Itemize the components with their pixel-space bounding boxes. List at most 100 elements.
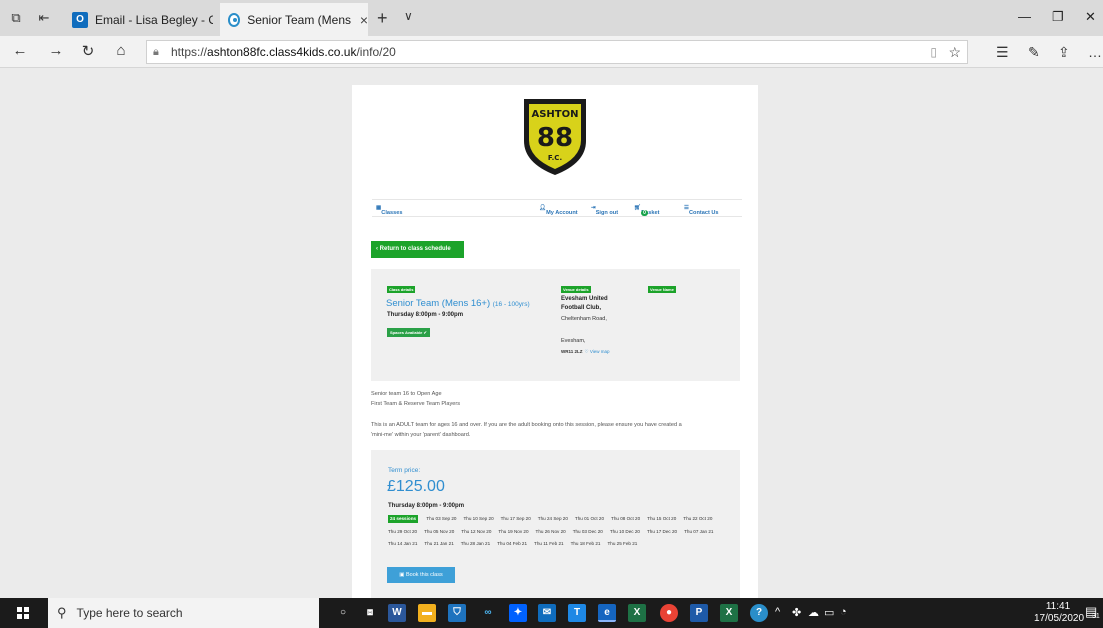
mail-icon[interactable]: ✉	[538, 604, 556, 622]
taskbar: ⚲ Type here to search ○ ⧈ W ▬ ⛉ ∞ ✦ ✉ T …	[0, 598, 1103, 628]
session-date: Thu 07 Jan 21	[684, 528, 714, 534]
tray-chevron-icon[interactable]: ^	[775, 606, 780, 618]
description-line-4: 'mini-me' within your 'parent' dashboard…	[371, 432, 471, 438]
spaces-available-badge: Spaces Available ✔	[387, 328, 430, 337]
term-price-label: Term price:	[388, 467, 421, 474]
basket-count-badge: 0	[641, 210, 648, 216]
term-price: £125.00	[387, 478, 445, 495]
session-date: Thu 25 Feb 21	[607, 541, 638, 546]
wifi-icon[interactable]: ◔	[840, 606, 847, 618]
description-line-2: First Team & Reserve Team Players	[371, 401, 461, 407]
restore-icon[interactable]: ❐	[1052, 9, 1064, 25]
session-date: Thu 01 Oct 20	[574, 516, 605, 521]
minimize-icon[interactable]: —	[1018, 9, 1031, 24]
tab-email[interactable]: O Email - Lisa Begley - Outloo	[64, 3, 218, 36]
tab-preview-icon[interactable]: ⧉	[8, 10, 24, 26]
nav-my-account[interactable]: 👤︎ My Account	[539, 205, 578, 216]
page-viewport: ASHTON 88 F.C. ▦ Classes 👤︎ My Account ⇥…	[0, 69, 1103, 598]
search-icon: ⚲	[57, 605, 67, 620]
dropbox-tray-icon[interactable]: ✤	[792, 606, 801, 619]
session-date: Thu 03 Dec 20	[572, 528, 603, 534]
return-to-schedule-button[interactable]: ‹ Return to class schedule	[371, 241, 464, 258]
session-date: Thu 19 Nov 20	[498, 528, 529, 534]
word-icon[interactable]: W	[388, 604, 406, 622]
nav-contact[interactable]: ☰ Contact Us	[684, 205, 719, 216]
excel-icon[interactable]: X	[628, 604, 646, 622]
club-logo: ASHTON 88 F.C.	[524, 99, 586, 175]
session-date: Thu 29 Oct 20	[388, 528, 418, 534]
session-date: Thu 05 Nov 20	[424, 528, 455, 534]
reading-view-icon[interactable]: ▯	[930, 45, 937, 59]
page-scrollbar[interactable]	[1093, 69, 1103, 598]
new-tab-button[interactable]: +	[377, 8, 388, 29]
description-line-1: Senior team 16 to Open Age	[371, 391, 442, 397]
set-aside-tabs-icon[interactable]: ⇤	[36, 10, 52, 26]
refresh-icon[interactable]: ↻	[78, 42, 98, 60]
session-date: Thu 03 Sep 20	[426, 516, 457, 521]
nav-classes[interactable]: ▦ Classes	[376, 205, 402, 216]
more-icon[interactable]: …	[1088, 44, 1102, 60]
session-date: Thu 24 Sep 20	[537, 516, 568, 521]
session-date: Thu 11 Feb 21	[534, 541, 564, 546]
teams-icon[interactable]: T	[568, 604, 586, 622]
store-icon[interactable]: ⛉	[448, 604, 466, 622]
excel-2-icon[interactable]: X	[720, 604, 738, 622]
close-window-icon[interactable]: ✕	[1085, 9, 1096, 25]
session-date: Thu 28 Jan 21	[460, 541, 491, 546]
notifications-icon[interactable]: ▤ 31	[1085, 604, 1100, 620]
file-explorer-icon[interactable]: ▬	[418, 604, 436, 622]
task-view-icon[interactable]: ⧈	[361, 604, 379, 622]
dropbox-icon[interactable]: ✦	[509, 604, 527, 622]
publisher-icon[interactable]: P	[690, 604, 708, 622]
search-placeholder: Type here to search	[76, 606, 183, 620]
forward-arrow-icon[interactable]: →	[46, 42, 66, 59]
battery-icon[interactable]: ▭	[824, 606, 834, 619]
class-details-panel: Class details Senior Team (Mens 16+) (16…	[371, 269, 740, 381]
taskbar-clock[interactable]: 11:41 17/05/2020	[1034, 601, 1084, 625]
class-time: Thursday 8:00pm - 9:00pm	[387, 312, 464, 318]
pen-icon[interactable]: ✎	[1028, 44, 1040, 61]
address-row: ← → ↻ ⌂ 🔒︎ https://ashton88fc.class4kids…	[0, 36, 1103, 68]
nav-sign-out[interactable]: ⇥ Sign out	[591, 205, 618, 216]
edge-icon[interactable]: e	[598, 604, 616, 622]
session-dates: 24 sessions Thu 03 Sep 20 Thu 10 Sep 20 Th…	[388, 513, 733, 551]
browser-tab-strip: ⧉ ⇤ O Email - Lisa Begley - Outloo Senio…	[0, 0, 1103, 36]
tab-list-chevron-icon[interactable]: ∨	[404, 9, 413, 23]
favorite-star-icon[interactable]: ☆	[948, 44, 961, 61]
taskbar-search[interactable]: ⚲ Type here to search	[48, 598, 319, 628]
onedrive-icon[interactable]: ☁	[808, 606, 819, 619]
session-date: Thu 15 Oct 20	[647, 516, 677, 521]
chrome-icon[interactable]: ●	[660, 604, 678, 622]
infinity-app-icon[interactable]: ∞	[479, 604, 497, 622]
tab-senior-team[interactable]: Senior Team (Mens 16+ ×	[220, 3, 368, 36]
cortana-icon[interactable]: ○	[334, 604, 352, 622]
session-date: Thu 10 Sep 20	[463, 516, 494, 521]
address-bar[interactable]: 🔒︎ https://ashton88fc.class4kids.co.uk/i…	[146, 40, 968, 64]
tab-email-label: Email - Lisa Begley - Outloo	[95, 12, 213, 27]
favorites-list-icon[interactable]: ☰	[996, 44, 1009, 61]
session-date: Thu 08 Oct 20	[611, 516, 641, 521]
site-navigation: ▦ Classes 👤︎ My Account ⇥ Sign out 🛒︎ Ba…	[372, 199, 742, 217]
view-map-link[interactable]: ♡ View map	[585, 349, 610, 354]
lock-icon: 🔒︎	[153, 45, 159, 58]
back-arrow-icon[interactable]: ←	[10, 42, 30, 59]
home-icon[interactable]: ⌂	[111, 42, 131, 59]
venue-town: Evesham,	[561, 338, 586, 344]
class-details-tag: Class details	[387, 286, 416, 293]
nav-basket[interactable]: 🛒︎ Basket 0	[634, 205, 659, 216]
session-date: Thu 18 Feb 21	[570, 541, 601, 546]
class-title: Senior Team (Mens 16+) (16 - 100yrs)	[386, 298, 530, 309]
share-icon[interactable]: ⇪	[1058, 44, 1070, 61]
svg-text:F.C.: F.C.	[548, 154, 562, 162]
venue-road: Cheltenham Road,	[561, 316, 607, 322]
book-class-button[interactable]: ▣ Book this class	[387, 567, 455, 583]
venue-name: Evesham United Football Club,	[561, 296, 608, 311]
windows-start-icon[interactable]	[17, 607, 29, 619]
close-tab-icon[interactable]: ×	[360, 12, 368, 28]
tab-senior-team-label: Senior Team (Mens 16+	[247, 12, 352, 27]
session-date: Thu 12 Nov 20	[461, 528, 492, 534]
help-icon[interactable]: ?	[750, 604, 768, 622]
svg-text:88: 88	[537, 123, 573, 153]
session-date: Thu 21 Jan 21	[424, 541, 454, 546]
description-line-3: This is an ADULT team for ages 16 and ov…	[371, 422, 682, 428]
